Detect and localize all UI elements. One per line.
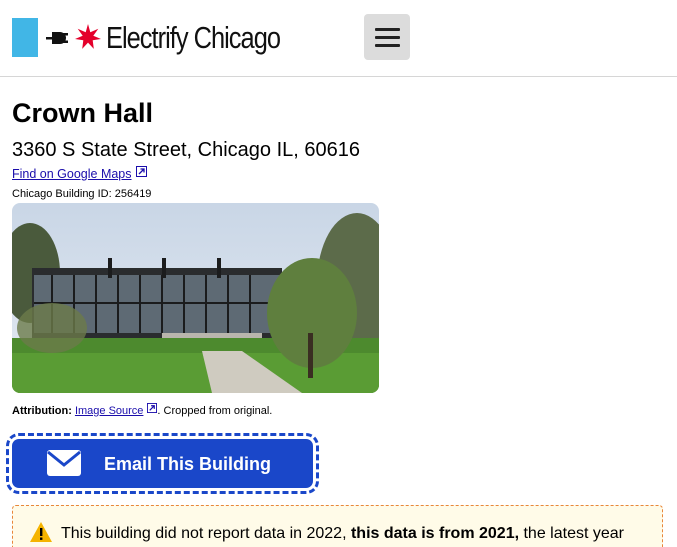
notice-text-bold: this data is from 2021, — [350, 525, 520, 542]
image-source-link[interactable]: Image Source — [74, 403, 158, 417]
logo-blue-bar — [12, 18, 38, 57]
menu-button[interactable] — [364, 14, 410, 60]
google-maps-link[interactable]: Find on Google Maps — [12, 166, 147, 182]
email-building-button[interactable]: Email This Building — [6, 433, 319, 494]
building-id: Chicago Building ID: 256419 — [12, 188, 152, 200]
notice-text-after: the latest year — [519, 525, 624, 542]
image-source-link-label: Image Source — [74, 405, 144, 417]
attribution-suffix: . Cropped from original. — [157, 405, 273, 417]
chicago-star-icon — [75, 24, 101, 49]
page-title: Crown Hall — [12, 98, 154, 128]
data-year-notice: This building did not report data in 202… — [12, 505, 663, 547]
envelope-icon — [47, 450, 81, 476]
external-link-icon — [147, 403, 158, 413]
attribution-label: Attribution: — [12, 405, 72, 417]
warning-icon — [30, 522, 52, 542]
image-attribution: Attribution: Image Source . Cropped from… — [12, 403, 272, 418]
external-link-icon — [135, 166, 147, 177]
email-button-label: Email This Building — [104, 454, 272, 474]
building-photo — [12, 203, 379, 393]
building-address: 3360 S State Street, Chicago IL, 60616 — [12, 139, 361, 161]
notice-text-before: This building did not report data in 202… — [61, 525, 351, 542]
plug-icon — [46, 32, 68, 44]
site-title[interactable]: Electrify Chicago — [106, 18, 281, 58]
site-header: Electrify Chicago — [0, 0, 677, 77]
notice-text: This building did not report data in 202… — [61, 524, 624, 544]
google-maps-link-label: Find on Google Maps — [12, 167, 132, 181]
